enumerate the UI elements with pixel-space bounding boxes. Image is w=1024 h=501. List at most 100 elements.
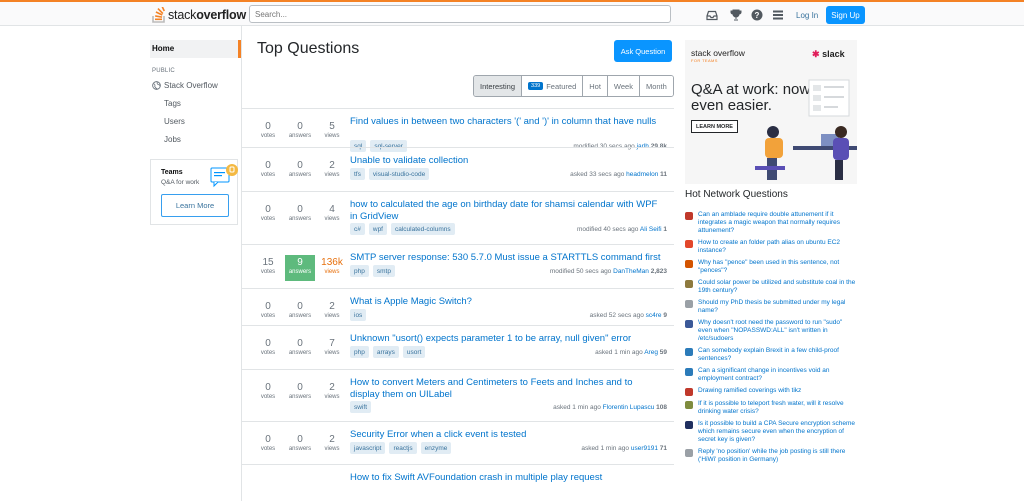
- site-switcher-icon[interactable]: [772, 9, 784, 21]
- votes-stat: 0 votes: [260, 204, 276, 222]
- filter-interesting[interactable]: Interesting: [474, 76, 523, 96]
- tag-c-[interactable]: c#: [350, 223, 365, 235]
- hot-question-link[interactable]: Could solar power be utilized and substi…: [698, 279, 857, 295]
- inbox-icon[interactable]: [706, 9, 718, 21]
- user-link[interactable]: sc4re: [646, 312, 662, 319]
- help-icon[interactable]: ?: [751, 9, 763, 21]
- search-input[interactable]: [249, 5, 671, 23]
- user-link[interactable]: DanTheMan: [613, 268, 649, 275]
- votes-stat: 15 votes: [260, 257, 276, 275]
- tag-swift[interactable]: swift: [350, 401, 371, 413]
- hot-question-link[interactable]: Why doesn't root need the password to ru…: [698, 319, 857, 343]
- question-title-link[interactable]: Find values in between two characters '(…: [350, 116, 662, 128]
- question-title-link[interactable]: how to calculated the age on birthday da…: [350, 199, 662, 223]
- question-tags: php arrays usort: [350, 346, 429, 358]
- achievements-icon[interactable]: [730, 9, 742, 21]
- left-nav: Home PUBLIC Stack Overflow Tags Users Jo…: [150, 40, 241, 148]
- answers-stat: 0 answers: [288, 301, 312, 319]
- nav-stackoverflow-label: Stack Overflow: [164, 80, 218, 90]
- question-row: 0 votes 0 answers 7 views Unknown "usort() exp…: [242, 325, 674, 369]
- login-button[interactable]: Log In: [789, 6, 825, 24]
- hot-question-link[interactable]: How to create an folder path alias on ub…: [698, 239, 857, 255]
- hot-question-link[interactable]: Is it possible to build a CPA Secure enc…: [698, 420, 857, 444]
- filter-featured-label: Featured: [546, 81, 577, 91]
- tag-enzyme[interactable]: enzyme: [420, 442, 452, 454]
- question-title-link[interactable]: How to fix Swift AVFoundation crash in m…: [350, 472, 662, 484]
- nav-home[interactable]: Home: [150, 40, 241, 58]
- nav-jobs[interactable]: Jobs: [150, 130, 241, 148]
- tag-tfs[interactable]: tfs: [350, 168, 365, 180]
- views-stat: 2 views: [324, 434, 340, 452]
- hot-question-item: Could solar power be utilized and substi…: [685, 279, 857, 295]
- question-activity: modified 40 secs ago: [576, 226, 639, 233]
- globe-icon: [152, 80, 161, 90]
- user-link[interactable]: Florentin Lupascu: [603, 404, 655, 411]
- question-title-link[interactable]: Security Error when a click event is tes…: [350, 429, 662, 441]
- user-link[interactable]: Areg: [644, 349, 658, 356]
- hot-question-link[interactable]: Drawing ramified coverings with tikz: [698, 387, 801, 396]
- ad-slack-logo: ✱ slack: [812, 49, 845, 59]
- user-reputation: 2,823: [650, 268, 667, 275]
- tag-smtp[interactable]: smtp: [372, 265, 395, 277]
- filter-month[interactable]: Month: [639, 76, 673, 96]
- question-stats: 15 votes 9 answers 136k views: [252, 255, 348, 281]
- tag-reactjs[interactable]: reactjs: [389, 442, 417, 454]
- ask-question-button[interactable]: Ask Question: [614, 40, 672, 62]
- tag-ios[interactable]: ios: [350, 309, 367, 321]
- svg-text:?: ?: [755, 11, 760, 20]
- filter-hot[interactable]: Hot: [583, 76, 608, 96]
- question-title-link[interactable]: What is Apple Magic Switch?: [350, 296, 662, 308]
- hot-question-link[interactable]: Should my PhD thesis be submitted under …: [698, 299, 857, 315]
- hot-question-item: Why doesn't root need the password to ru…: [685, 319, 857, 343]
- question-activity: modified 50 secs ago: [549, 268, 612, 275]
- views-stat: 5 views: [324, 121, 340, 139]
- hot-question-link[interactable]: Can an amblade require double attunement…: [698, 211, 857, 235]
- nav-stackoverflow[interactable]: Stack Overflow: [150, 76, 241, 94]
- filter-featured[interactable]: 339 Featured: [522, 76, 584, 96]
- hot-question-link[interactable]: Reply 'no position' while the job postin…: [698, 448, 857, 464]
- ad-learn-more-button[interactable]: LEARN MORE: [691, 120, 738, 133]
- answers-stat: 0 answers: [288, 434, 312, 452]
- question-title-link[interactable]: Unable to validate collection: [350, 155, 662, 167]
- question-activity: asked 1 min ago: [581, 445, 630, 452]
- question-meta: asked 1 min ago Florentin Lupascu 108: [553, 404, 667, 411]
- tag-visual-studio-code[interactable]: visual-studio-code: [368, 168, 430, 180]
- question-row: 0 votes 0 answers 2 views Security Error when …: [242, 421, 674, 464]
- votes-stat: 0 votes: [260, 434, 276, 452]
- site-logo[interactable]: stackoverflow: [152, 5, 246, 24]
- tag-php[interactable]: php: [350, 265, 369, 277]
- nav-users[interactable]: Users: [150, 112, 241, 130]
- teams-learn-more-button[interactable]: Learn More: [161, 194, 229, 217]
- votes-stat: 0 votes: [260, 382, 276, 400]
- hot-question-link[interactable]: If it is possible to teleport fresh wate…: [698, 400, 857, 416]
- question-title-link[interactable]: SMTP server response: 530 5.7.0 Must iss…: [350, 252, 662, 264]
- question-activity: asked 52 secs ago: [589, 312, 644, 319]
- question-title-link[interactable]: How to convert Meters and Centimeters to…: [350, 377, 662, 401]
- tag-javascript[interactable]: javascript: [350, 442, 386, 454]
- filter-week[interactable]: Week: [607, 76, 640, 96]
- tag-arrays[interactable]: arrays: [372, 346, 399, 358]
- teams-ad[interactable]: stack overflow FOR TEAMS ✱ slack Q&A at w…: [685, 40, 857, 184]
- votes-stat: 0 votes: [260, 160, 276, 178]
- nav-tags[interactable]: Tags: [150, 94, 241, 112]
- question-stats: 0 votes 0 answers 2 views: [252, 380, 348, 406]
- user-link[interactable]: user9191: [631, 445, 658, 452]
- hot-question-link[interactable]: Can somebody explain Brexit in a few chi…: [698, 347, 857, 363]
- hot-question-link[interactable]: Why has "pence" been used in this senten…: [698, 259, 857, 275]
- tag-calculated-columns[interactable]: calculated-columns: [391, 223, 455, 235]
- signup-button[interactable]: Sign Up: [826, 6, 865, 24]
- hot-question-link[interactable]: Can a significant change in incentives v…: [698, 367, 857, 383]
- tag-wpf[interactable]: wpf: [368, 223, 387, 235]
- tag-php[interactable]: php: [350, 346, 369, 358]
- question-title-link[interactable]: Unknown "usort() expects parameter 1 to …: [350, 333, 662, 345]
- user-link[interactable]: Ali Seifi: [640, 226, 662, 233]
- question-row: 0 votes 0 answers 4 views how to calculated th…: [242, 191, 674, 244]
- tag-usort[interactable]: usort: [402, 346, 426, 358]
- hot-question-item: Reply 'no position' while the job postin…: [685, 448, 857, 464]
- main-content: Top Questions Ask Question Interesting 3…: [241, 26, 674, 501]
- votes-stat: 0 votes: [260, 121, 276, 139]
- user-reputation: 9: [663, 312, 667, 319]
- views-stat: 4 views: [324, 204, 340, 222]
- user-link[interactable]: headmelon: [626, 171, 658, 178]
- user-reputation: 59: [659, 349, 667, 356]
